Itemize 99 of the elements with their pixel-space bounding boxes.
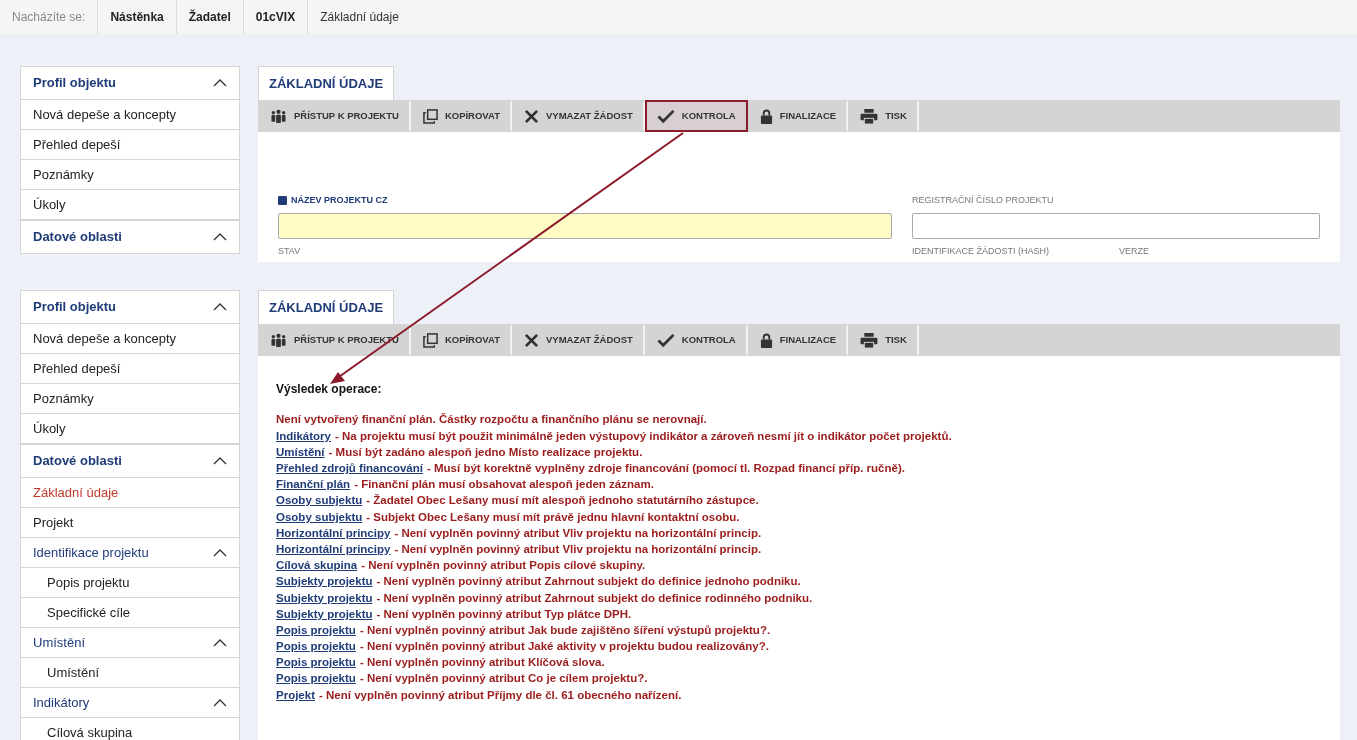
error-message: - Není vyplněn povinný atribut Jaké aktivity v projektu budou realizovány?. <box>359 639 769 655</box>
sidebar-group[interactable]: Identifikace projektu <box>20 538 240 568</box>
breadcrumb-link[interactable]: Žadatel <box>175 0 243 34</box>
field-label: REGISTRAČNÍ ČÍSLO PROJEKTU <box>912 194 1055 207</box>
field-label: VERZE <box>1119 244 1150 258</box>
error-message: - Finanční plán musí obsahovat alespoň jeden záznam. <box>354 477 654 493</box>
section-title: Datové oblasti <box>33 228 122 247</box>
error-message: - Subjekt Obec Lešany musí mít právě jednu hlavní kontaktní osobu. <box>366 509 740 525</box>
sidebar-section-header[interactable]: Profil objektu <box>20 66 240 100</box>
field-label: STAV <box>278 244 302 258</box>
error-message: - Musí být korektně vyplněny zdroje financování (pomocí tl. Rozpad financí příp. ručně). <box>426 461 905 477</box>
chevron-icon[interactable] <box>213 548 227 557</box>
message-link[interactable]: Finanční plán <box>276 476 351 494</box>
error-message: - Není vyplněn povinný atribut Klíčová slova. <box>359 655 605 671</box>
message-link[interactable]: Popis projektu <box>276 670 356 688</box>
toolbar-button[interactable]: KONTROLA <box>644 100 748 132</box>
tab[interactable]: ZÁKLADNÍ ÚDAJE <box>258 290 395 324</box>
message-link[interactable]: Osoby subjektu <box>276 508 363 526</box>
error-message: Není vytvořený finanční plán. Částky rozpočtu a finančního plánu se nerovnají. <box>276 412 707 428</box>
field-label: NÁZEV PROJEKTU CZ <box>291 194 388 207</box>
printer-icon <box>860 332 879 348</box>
message-link[interactable]: Indikátory <box>276 427 331 445</box>
check-icon <box>656 332 675 348</box>
error-message: - Žadatel Obec Lešany musí mít alespoň jednoho statutárního zástupce. <box>366 493 759 509</box>
tab[interactable]: ZÁKLADNÍ ÚDAJE <box>258 66 395 100</box>
error-message: - Není vyplněn povinný atribut Vliv projektu na horizontální princip. <box>394 525 762 541</box>
sidebar-item[interactable]: Umístění <box>20 658 240 688</box>
sidebar-item[interactable]: Projekt <box>20 508 240 538</box>
chevron-icon[interactable] <box>213 303 227 311</box>
breadcrumb-link[interactable]: Základní údaje <box>307 0 411 34</box>
lock-icon <box>759 332 773 348</box>
error-message: - Není vyplněn povinný atribut Zahrnout subjekt do definice rodinného podniku. <box>376 590 813 606</box>
message-link[interactable]: Osoby subjektu <box>276 492 363 510</box>
message-link[interactable]: Subjekty projektu <box>276 573 373 591</box>
registration-input-field[interactable] <box>912 212 1320 239</box>
message-link[interactable]: Cílová skupina <box>276 557 358 575</box>
people-icon <box>270 108 287 124</box>
section-title: Datové oblasti <box>33 452 122 471</box>
copy-icon <box>422 332 438 348</box>
sidebar-section-header[interactable]: Datové oblasti <box>20 444 240 478</box>
check-icon <box>656 108 675 124</box>
error-message: - Není vyplněn povinný atribut Typ plátce DPH. <box>376 606 632 622</box>
chevron-icon[interactable] <box>213 698 227 707</box>
sidebar-item[interactable]: Poznámky <box>20 160 240 190</box>
sidebar-item[interactable]: Nová depeše a koncepty <box>20 100 240 130</box>
chevron-icon[interactable] <box>213 233 227 241</box>
message-link[interactable]: Popis projektu <box>276 638 356 656</box>
error-message: - Není vyplněn povinný atribut Vliv projektu na horizontální princip. <box>394 541 762 557</box>
group-title: Identifikace projektu <box>33 543 149 562</box>
message-link[interactable]: Horizontální principy <box>276 540 391 559</box>
sidebar-section-header[interactable]: Profil objektu <box>20 290 240 324</box>
close-icon <box>523 108 539 124</box>
error-message: - Není vyplněn povinný atribut Co je cílem projektu?. <box>359 671 648 687</box>
lock-icon <box>759 108 773 124</box>
copy-icon <box>422 108 438 124</box>
message-link[interactable]: Popis projektu <box>276 621 356 640</box>
sidebar-group[interactable]: Umístění <box>20 628 240 658</box>
error-message: - Na projektu musí být použit minimálně jeden výstupový indikátor a zároveň nesmí jít o indikátor počet projektů. <box>334 428 952 444</box>
result-title: Výsledek operace: <box>276 381 383 398</box>
sidebar-item[interactable]: Přehled depeší <box>20 130 240 160</box>
message-link[interactable]: Subjekty projektu <box>276 589 373 607</box>
message-link[interactable]: Horizontální principy <box>276 524 391 543</box>
close-icon <box>523 332 539 348</box>
breadcrumb-label: Nacházíte se: <box>11 9 87 26</box>
error-message: - Musí být zadáno alespoň jedno Místo realizace projektu. <box>328 444 643 460</box>
error-message: - Není vyplněn povinný atribut Zahrnout subjekt do definice jednoho podniku. <box>376 574 801 590</box>
chevron-icon[interactable] <box>213 457 227 465</box>
message-link[interactable]: Umístění <box>276 443 325 462</box>
field-label: IDENTIFIKACE ŽÁDOSTI (HASH) <box>912 244 1049 258</box>
message-link[interactable]: Popis projektu <box>276 654 356 672</box>
sidebar-item[interactable]: Specifické cíle <box>20 598 240 628</box>
sidebar-item[interactable]: Nová depeše a koncepty <box>20 324 240 354</box>
chevron-icon[interactable] <box>213 638 227 647</box>
info-icon <box>278 196 287 206</box>
group-title: Umístění <box>33 633 85 652</box>
sidebar-item[interactable]: Úkoly <box>20 414 240 444</box>
chevron-icon[interactable] <box>213 79 227 87</box>
printer-icon <box>860 108 879 124</box>
sidebar-item[interactable]: Cílová skupina <box>20 718 240 740</box>
sidebar-item[interactable]: Základní údaje <box>20 478 240 508</box>
people-icon <box>270 332 287 348</box>
message-link[interactable]: Projekt <box>276 686 315 704</box>
message-link[interactable]: Přehled zdrojů financování <box>276 460 423 478</box>
sidebar-item[interactable]: Přehled depeší <box>20 354 240 384</box>
sidebar-item[interactable]: Popis projektu <box>20 568 240 598</box>
breadcrumb-link[interactable]: Nástěnka <box>97 0 176 34</box>
error-message: - Není vyplněn povinný atribut Jak bude zajištěno šíření výstupů projektu?. <box>359 622 771 638</box>
sidebar-item[interactable]: Poznámky <box>20 384 240 414</box>
sidebar-group[interactable]: Indikátory <box>20 688 240 718</box>
message-link[interactable]: Subjekty projektu <box>276 605 373 623</box>
group-title: Indikátory <box>33 693 90 712</box>
error-message: - Není vyplněn povinný atribut Popis cílové skupiny. <box>361 558 646 574</box>
error-message: - Není vyplněn povinný atribut Příjmy dle čl. 61 obecného nařízení. <box>319 687 682 703</box>
section-title: Profil objektu <box>33 298 117 317</box>
section-title: Profil objektu <box>33 74 117 93</box>
sidebar-item[interactable]: Úkoly <box>20 190 240 220</box>
name-input-field[interactable] <box>278 212 892 239</box>
sidebar-section-header[interactable]: Datové oblasti <box>20 220 240 254</box>
breadcrumb-link[interactable]: 01cVIX <box>242 0 308 34</box>
